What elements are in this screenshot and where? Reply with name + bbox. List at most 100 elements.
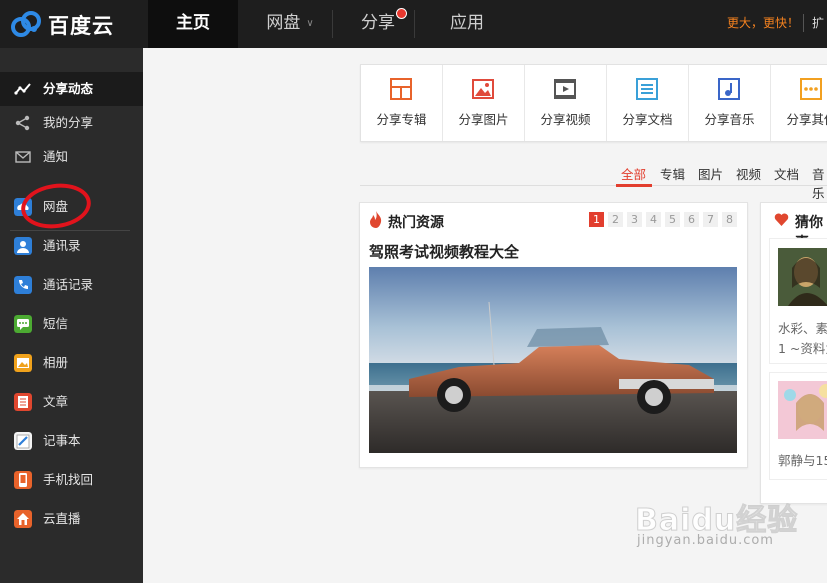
nav-apps[interactable]: 应用 xyxy=(428,0,506,48)
share-type-label: 分享其他 xyxy=(786,112,827,127)
top-bar: 百度云 主页 网盘 ∨ 分享 应用 更大，更快！ 扩 xyxy=(0,0,827,48)
sidebar-item-label: 通话记录 xyxy=(43,277,94,292)
sidebar-item-label: 我的分享 xyxy=(43,115,94,130)
recommend-item-text: 郭静与15 xyxy=(778,453,827,468)
highlight-circle-annotation xyxy=(18,179,94,233)
sidebar-item-contacts[interactable]: 通讯录 xyxy=(0,229,143,263)
chevron-down-icon: ∨ xyxy=(306,18,314,29)
phone-find-icon xyxy=(14,471,32,489)
nav-netdisk[interactable]: 网盘 ∨ xyxy=(248,0,332,48)
mail-icon xyxy=(15,151,31,163)
sidebar-item-label: 相册 xyxy=(43,355,69,370)
sidebar-item-activity[interactable]: 分享动态 xyxy=(0,72,143,106)
share-album-button[interactable]: 分享专辑 xyxy=(361,65,443,141)
filter-divider xyxy=(360,185,827,186)
recommend-item-subtext: 1 ~资料为 xyxy=(778,341,827,356)
share-type-label: 分享图片 xyxy=(458,112,509,127)
notepad-icon xyxy=(14,432,32,450)
doc-share-icon xyxy=(636,78,658,100)
nav-share-label: 分享 xyxy=(361,13,395,33)
nav-separator xyxy=(332,10,333,38)
sidebar-item-label: 手机找回 xyxy=(43,472,94,487)
filter-music[interactable]: 音乐 xyxy=(812,164,827,202)
expand-link[interactable]: 扩 xyxy=(812,14,824,31)
page-2[interactable]: 2 xyxy=(608,212,623,227)
sidebar-item-live[interactable]: 云直播 xyxy=(0,502,143,536)
sidebar-item-label: 记事本 xyxy=(43,433,81,448)
upgrade-promo-link[interactable]: 更大，更快！ xyxy=(727,14,799,31)
hot-resource-image[interactable] xyxy=(369,267,737,453)
sidebar-item-label: 通讯录 xyxy=(43,238,81,253)
page-1[interactable]: 1 xyxy=(589,212,604,227)
filter-video[interactable]: 视频 xyxy=(736,164,761,183)
sidebar-item-call-log[interactable]: 通话记录 xyxy=(0,268,143,302)
notification-dot xyxy=(396,8,407,19)
share-type-label: 分享文档 xyxy=(622,112,673,127)
heart-icon xyxy=(774,213,789,226)
sidebar-item-phone-find[interactable]: 手机找回 xyxy=(0,463,143,497)
share-doc-button[interactable]: 分享文档 xyxy=(607,65,689,141)
hot-resources-title: 热门资源 xyxy=(388,215,444,231)
album-icon xyxy=(14,354,32,372)
other-share-icon xyxy=(800,78,822,100)
share-video-button[interactable]: 分享视频 xyxy=(525,65,607,141)
contacts-icon xyxy=(14,237,32,255)
mona-lisa-thumbnail xyxy=(778,248,827,306)
image-share-icon xyxy=(472,79,494,99)
share-type-label: 分享视频 xyxy=(540,112,591,127)
filter-doc[interactable]: 文档 xyxy=(774,164,799,183)
sidebar-item-label: 文章 xyxy=(43,394,69,409)
fire-icon xyxy=(370,211,382,228)
sidebar-item-album[interactable]: 相册 xyxy=(0,346,143,380)
share-type-label: 分享音乐 xyxy=(704,112,755,127)
cloud-logo-icon xyxy=(11,11,41,37)
music-share-icon xyxy=(718,78,740,100)
share-icon xyxy=(15,115,30,131)
page-8[interactable]: 8 xyxy=(722,212,737,227)
video-share-icon xyxy=(554,79,576,99)
share-other-button[interactable]: 分享其他 xyxy=(771,65,827,141)
page-7[interactable]: 7 xyxy=(703,212,718,227)
article-icon xyxy=(14,393,32,411)
filter-all[interactable]: 全部 xyxy=(621,164,646,183)
sidebar-item-my-share[interactable]: 我的分享 xyxy=(0,106,143,140)
share-music-button[interactable]: 分享音乐 xyxy=(689,65,771,141)
share-type-bar: 分享专辑 分享图片 分享视频 分享文档 分享音乐 分享其他 xyxy=(360,64,827,142)
call-log-icon xyxy=(14,276,32,294)
recommend-item-text: 水彩、素 xyxy=(778,321,827,336)
nav-separator xyxy=(803,14,804,32)
page-3[interactable]: 3 xyxy=(627,212,642,227)
nav-share[interactable]: 分享 xyxy=(342,0,414,48)
nav-home-label: 主页 xyxy=(176,13,210,33)
brand-name: 百度云 xyxy=(48,14,114,38)
nav-netdisk-label: 网盘 xyxy=(266,13,301,33)
sidebar-item-label: 云直播 xyxy=(43,511,81,526)
live-icon xyxy=(14,510,32,528)
sidebar: 分享动态 我的分享 通知 网盘 通讯录 通话记录 短信 相册 文章 记事本 手机… xyxy=(0,48,143,583)
filter-image[interactable]: 图片 xyxy=(698,164,723,183)
sidebar-item-notepad[interactable]: 记事本 xyxy=(0,424,143,458)
activity-icon xyxy=(14,83,31,95)
sidebar-item-label: 分享动态 xyxy=(43,81,94,96)
sidebar-item-label: 短信 xyxy=(43,316,69,331)
portrait-thumbnail xyxy=(778,381,827,439)
hot-resource-heading[interactable]: 驾照考试视频教程大全 xyxy=(369,241,519,262)
brand-logo[interactable]: 百度云 xyxy=(10,8,140,38)
page-6[interactable]: 6 xyxy=(684,212,699,227)
sidebar-item-label: 通知 xyxy=(43,149,69,164)
sidebar-item-notice[interactable]: 通知 xyxy=(0,140,143,174)
sidebar-item-article[interactable]: 文章 xyxy=(0,385,143,419)
car-photo xyxy=(369,267,737,453)
nav-home[interactable]: 主页 xyxy=(148,0,238,48)
sidebar-item-sms[interactable]: 短信 xyxy=(0,307,143,341)
sms-icon xyxy=(14,315,32,333)
page-4[interactable]: 4 xyxy=(646,212,661,227)
share-image-button[interactable]: 分享图片 xyxy=(443,65,525,141)
share-type-label: 分享专辑 xyxy=(376,112,427,127)
page-5[interactable]: 5 xyxy=(665,212,680,227)
watermark-url: jingyan.baidu.com xyxy=(637,533,774,548)
nav-apps-label: 应用 xyxy=(450,13,484,33)
album-share-icon xyxy=(390,78,412,100)
filter-album[interactable]: 专辑 xyxy=(660,164,685,183)
nav-separator xyxy=(414,10,415,38)
